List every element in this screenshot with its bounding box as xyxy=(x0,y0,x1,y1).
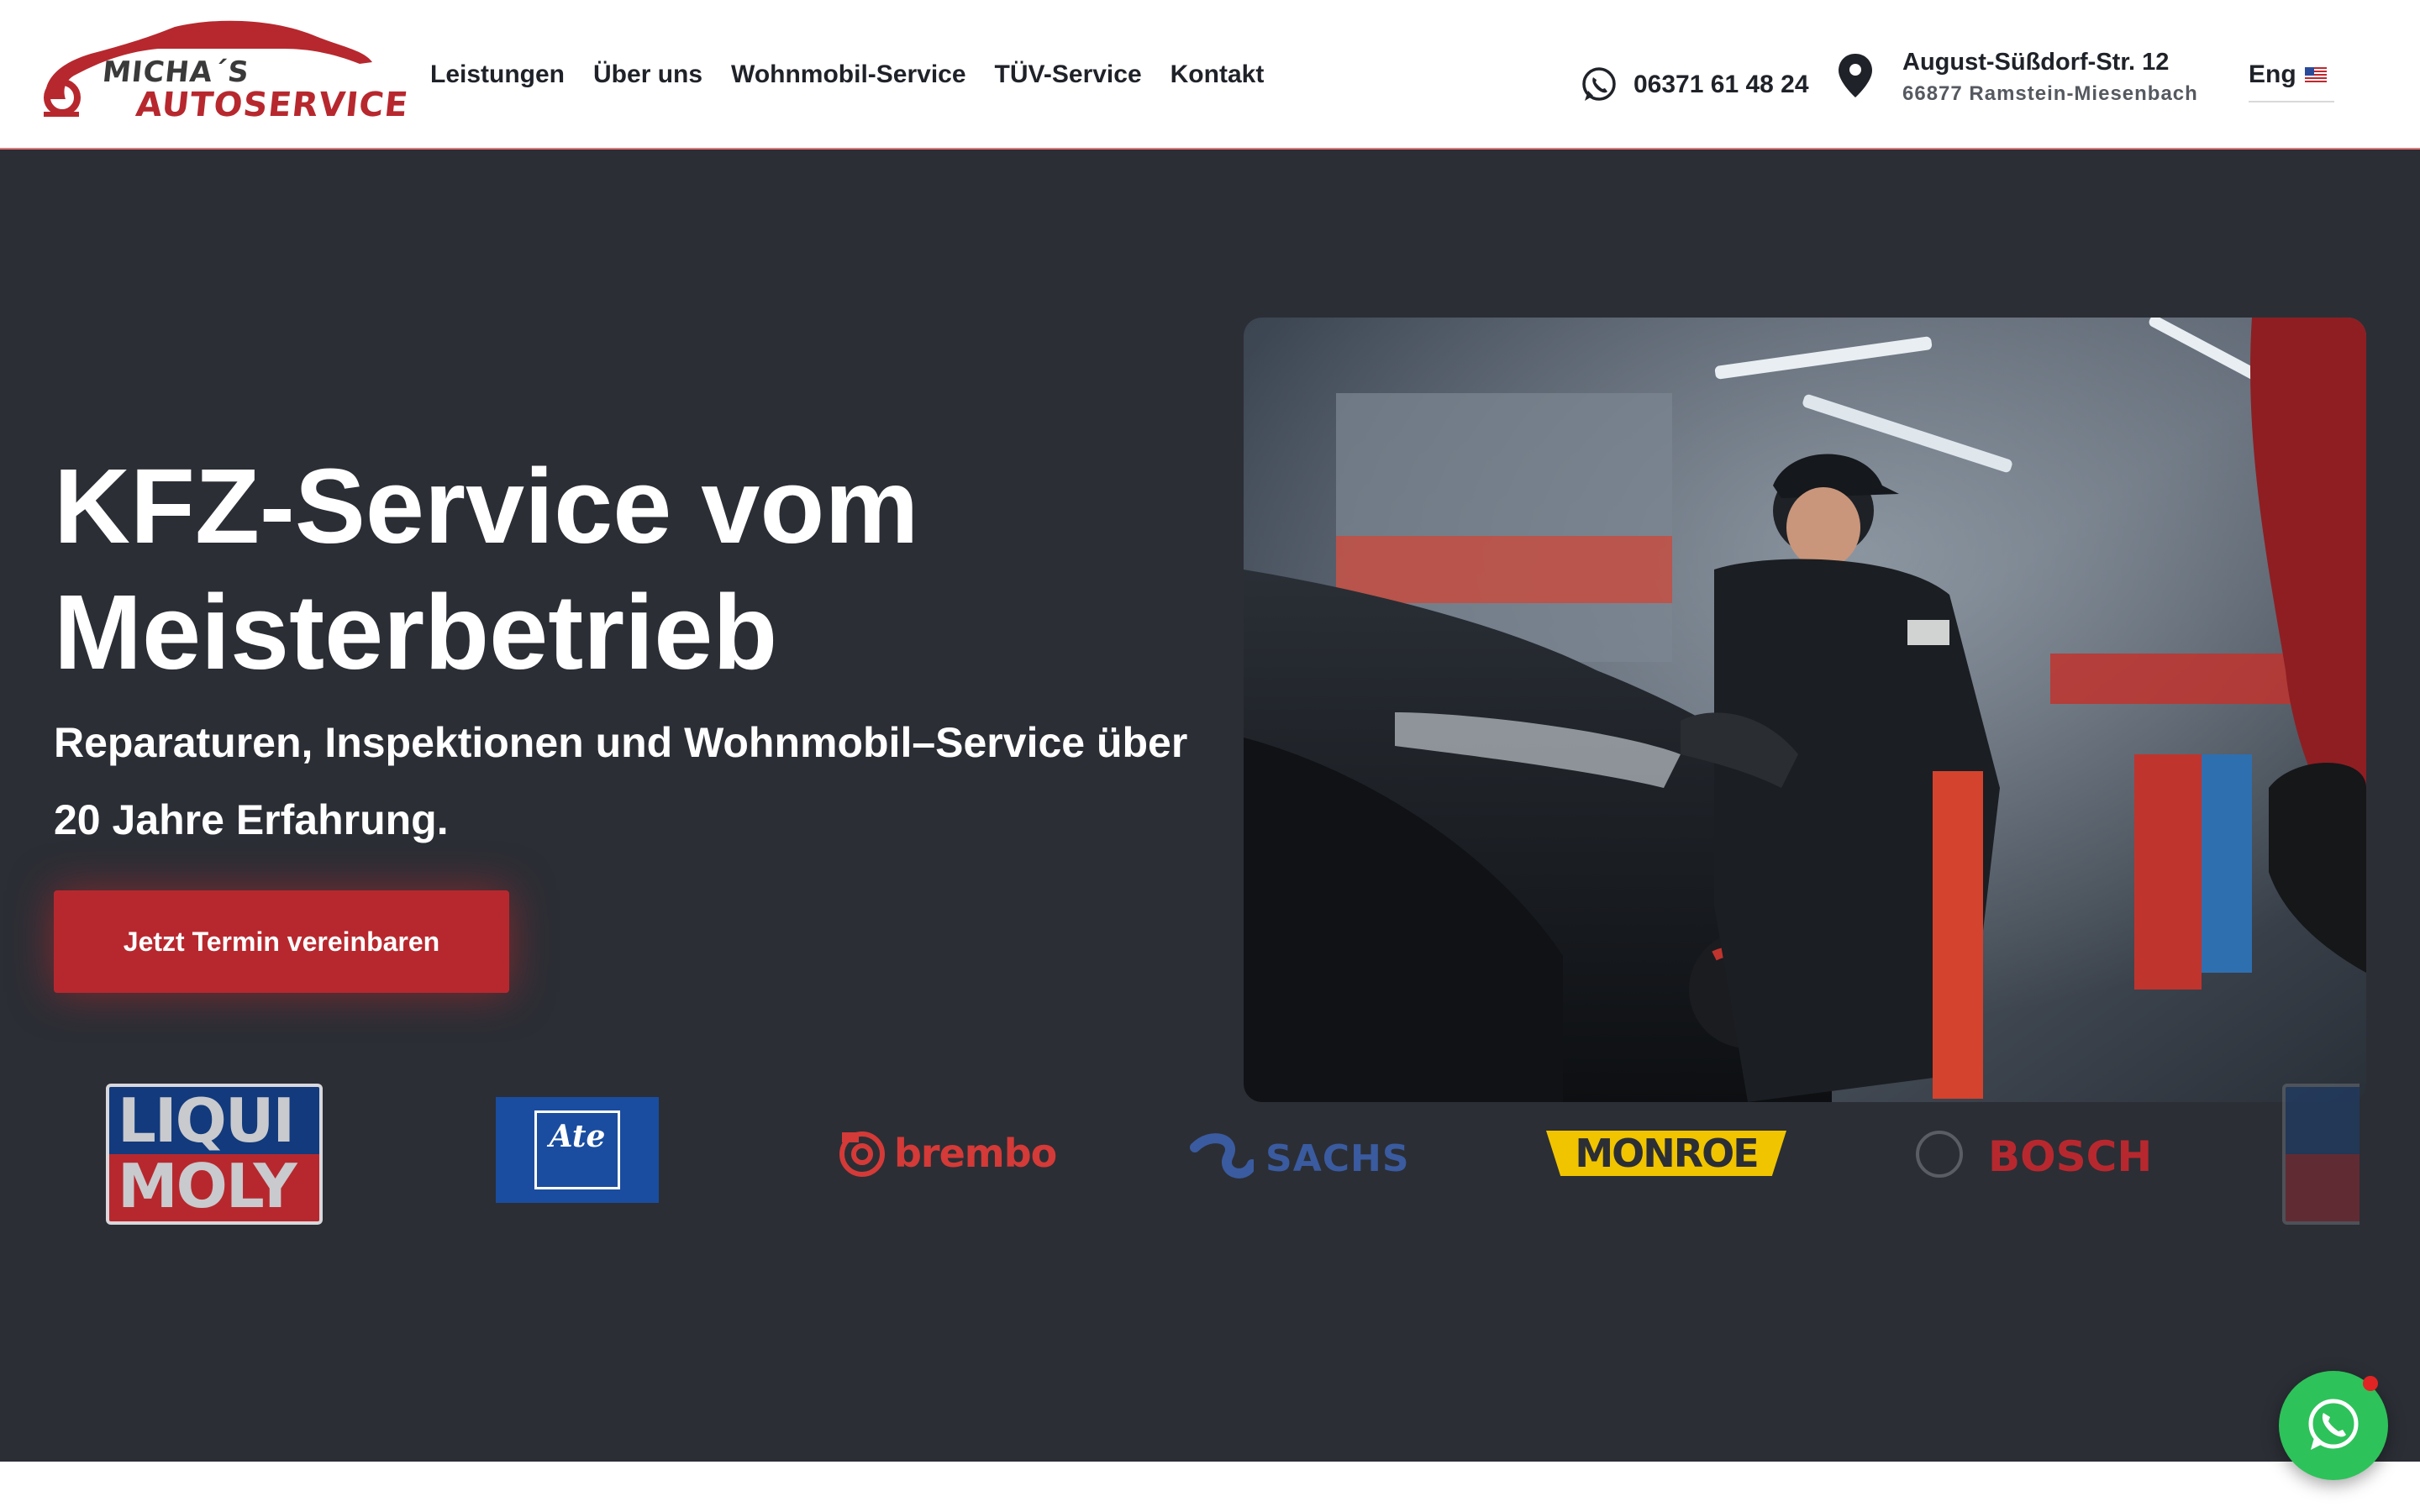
brembo-disc-icon xyxy=(839,1131,885,1177)
workshop-image xyxy=(1244,318,2366,1102)
location-pin-icon xyxy=(1839,54,1872,97)
notification-dot xyxy=(2363,1376,2378,1391)
mechanic-photo xyxy=(1244,318,2366,1102)
sachs-swirl-icon xyxy=(1190,1133,1257,1179)
brembo-logo: brembo xyxy=(837,1129,1057,1179)
liqui-moly-text-top: LIQUI xyxy=(118,1085,295,1156)
language-switcher[interactable]: Eng xyxy=(2249,60,2334,102)
whatsapp-icon xyxy=(1582,67,1616,101)
brand-logos: LIQUI MOLY Ate brembo SACHS MONROE BOSCH xyxy=(0,1084,2420,1285)
liqui-moly-text-bottom: MOLY xyxy=(118,1151,297,1221)
phone-link[interactable]: 06371 61 48 24 xyxy=(1580,66,1809,104)
nav-item-tuev-service[interactable]: TÜV-Service xyxy=(995,60,1142,89)
nav-item-ueber-uns[interactable]: Über uns xyxy=(593,60,702,89)
monroe-logo: MONROE xyxy=(1546,1131,1786,1176)
bosch-logo: BOSCH xyxy=(1916,1127,2152,1181)
logo-text-bottom: AUTOSERVICE xyxy=(134,86,411,124)
logo[interactable]: MICHA´S AUTOSERVICE xyxy=(40,15,410,133)
sachs-logo: SACHS xyxy=(1186,1131,1422,1181)
address-street: August-Süßdorf-Str. 12 xyxy=(1902,49,2170,76)
hero-subtitle: Reparaturen, Inspektionen und Wohnmobil–… xyxy=(54,719,1188,843)
main-navigation: Leistungen Über uns Wohnmobil-Service TÜ… xyxy=(430,60,1264,89)
site-header: MICHA´S AUTOSERVICE Leistungen Über uns … xyxy=(0,0,2420,150)
next-section-edge xyxy=(0,1462,2420,1512)
nav-item-kontakt[interactable]: Kontakt xyxy=(1171,60,1265,89)
nav-item-leistungen[interactable]: Leistungen xyxy=(430,60,565,89)
nav-item-wohnmobil-service[interactable]: Wohnmobil-Service xyxy=(731,60,966,89)
brembo-logo-text: brembo xyxy=(894,1131,1057,1176)
language-label: Eng xyxy=(2249,60,2296,88)
ate-logo: Ate xyxy=(496,1097,659,1203)
us-flag-icon xyxy=(2304,67,2327,82)
ate-logo-text: Ate xyxy=(549,1119,606,1154)
whatsapp-icon xyxy=(2308,1399,2359,1450)
logo-text-top: MICHA´S xyxy=(100,55,251,89)
book-appointment-button[interactable]: Jetzt Termin vereinbaren xyxy=(54,890,509,993)
monroe-logo-text: MONROE xyxy=(1575,1131,1759,1176)
sachs-logo-text: SACHS xyxy=(1265,1137,1410,1180)
hero-title: KFZ-Service vom Meisterbetrieb xyxy=(54,447,919,691)
bosch-armature-icon xyxy=(1916,1131,1963,1178)
address-city: 66877 Ramstein-Miesenbach xyxy=(1902,82,2198,105)
phone-number: 06371 61 48 24 xyxy=(1634,71,1809,98)
liqui-moly-logo-partial xyxy=(2282,1084,2360,1225)
liqui-moly-logo: LIQUI MOLY xyxy=(106,1084,323,1225)
bosch-logo-text: BOSCH xyxy=(1988,1132,2153,1181)
